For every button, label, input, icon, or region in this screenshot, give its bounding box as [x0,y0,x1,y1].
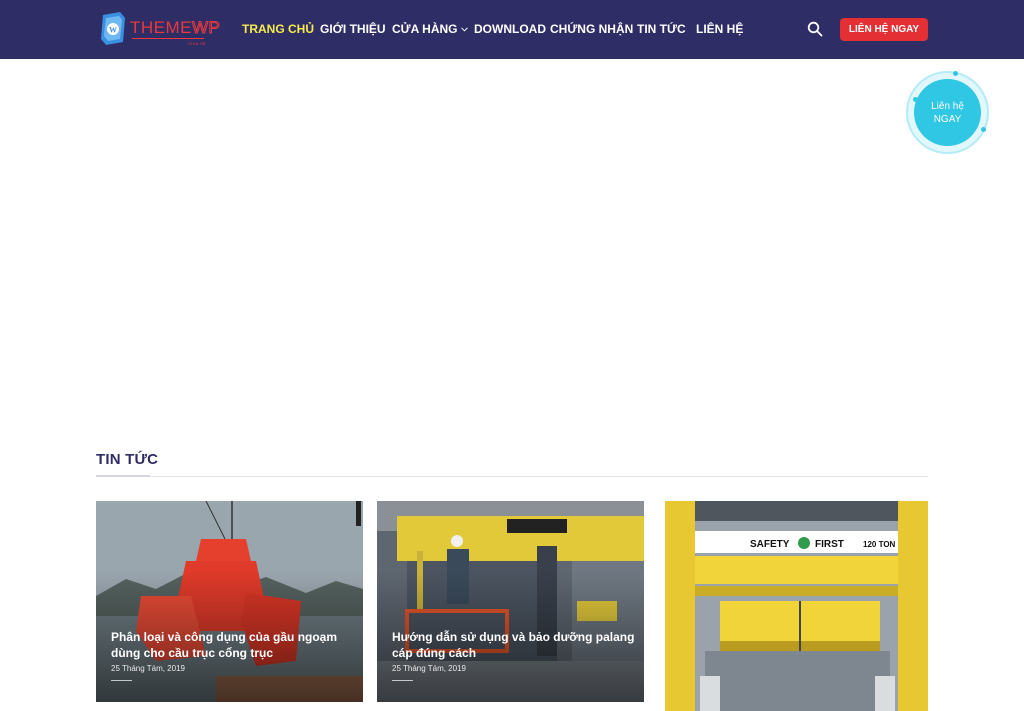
card-rule [111,680,132,681]
floating-contact-line1: Liên hệ [931,101,964,112]
post-date: 25 Tháng Tám, 2019 [392,664,466,673]
nav-item-chung-nhan[interactable]: CHỨNG NHẬN [550,21,633,37]
post-date: 25 Tháng Tám, 2019 [111,664,185,673]
contact-now-button[interactable]: LIÊN HỆ NGAY [840,18,928,41]
card-rule [392,680,413,681]
logo-wordmark: THEMEWP [130,18,221,38]
section-title-underline [96,475,150,477]
sign-tonnage: 120 TON [863,540,896,549]
nav-item-trang-chu[interactable]: TRANG CHỦ [242,21,314,37]
nav-item-lien-he[interactable]: LIÊN HỆ [696,21,743,37]
news-card[interactable]: Phân loại và công dụng của gầu ngoạm dùn… [96,501,363,702]
sign-safety: SAFETY [750,539,790,550]
section-divider [96,476,928,477]
site-header: W THEMEWP CHIA SẺ TRANG CHỦ GIỚI THIỆU C… [0,0,1024,59]
floating-contact-core: Liên hệ NGAY [914,79,981,146]
nav-item-gioi-thieu[interactable]: GIỚI THIỆU [320,21,386,37]
nav-item-cua-hang-label: CỬA HÀNG [392,22,458,36]
logo-tagline: CHIA SẺ [188,41,206,46]
news-card[interactable]: SAFETY FIRST 120 TON [665,501,928,711]
nav-item-tin-tuc[interactable]: TIN TỨC [637,21,686,37]
sign-first: FIRST [815,539,844,550]
ring-dot [953,71,958,76]
news-card[interactable]: Hướng dẫn sử dụng và bảo dưỡng palang cá… [377,501,644,702]
post-title[interactable]: Hướng dẫn sử dụng và bảo dưỡng palang cá… [392,629,637,661]
post-title[interactable]: Phân loại và công dụng của gầu ngoạm dùn… [111,629,356,661]
nav-item-download[interactable]: DOWNLOAD [474,21,546,37]
news-section-title: TIN TỨC [96,451,159,468]
post-thumbnail-overhead-crane: SAFETY FIRST 120 TON [665,501,928,711]
site-logo[interactable]: W THEMEWP CHIA SẺ [100,12,222,46]
logo-mark-icon: W [101,12,125,45]
logo-underline [132,38,204,39]
floating-contact-line2: NGAY [933,114,962,125]
search-icon[interactable] [807,21,823,37]
chevron-down-icon [460,27,468,32]
svg-text:W: W [109,26,117,35]
nav-item-cua-hang[interactable]: CỬA HÀNG [392,21,468,37]
ring-dot [981,127,986,132]
floating-contact-button[interactable]: Liên hệ NGAY [906,71,989,154]
